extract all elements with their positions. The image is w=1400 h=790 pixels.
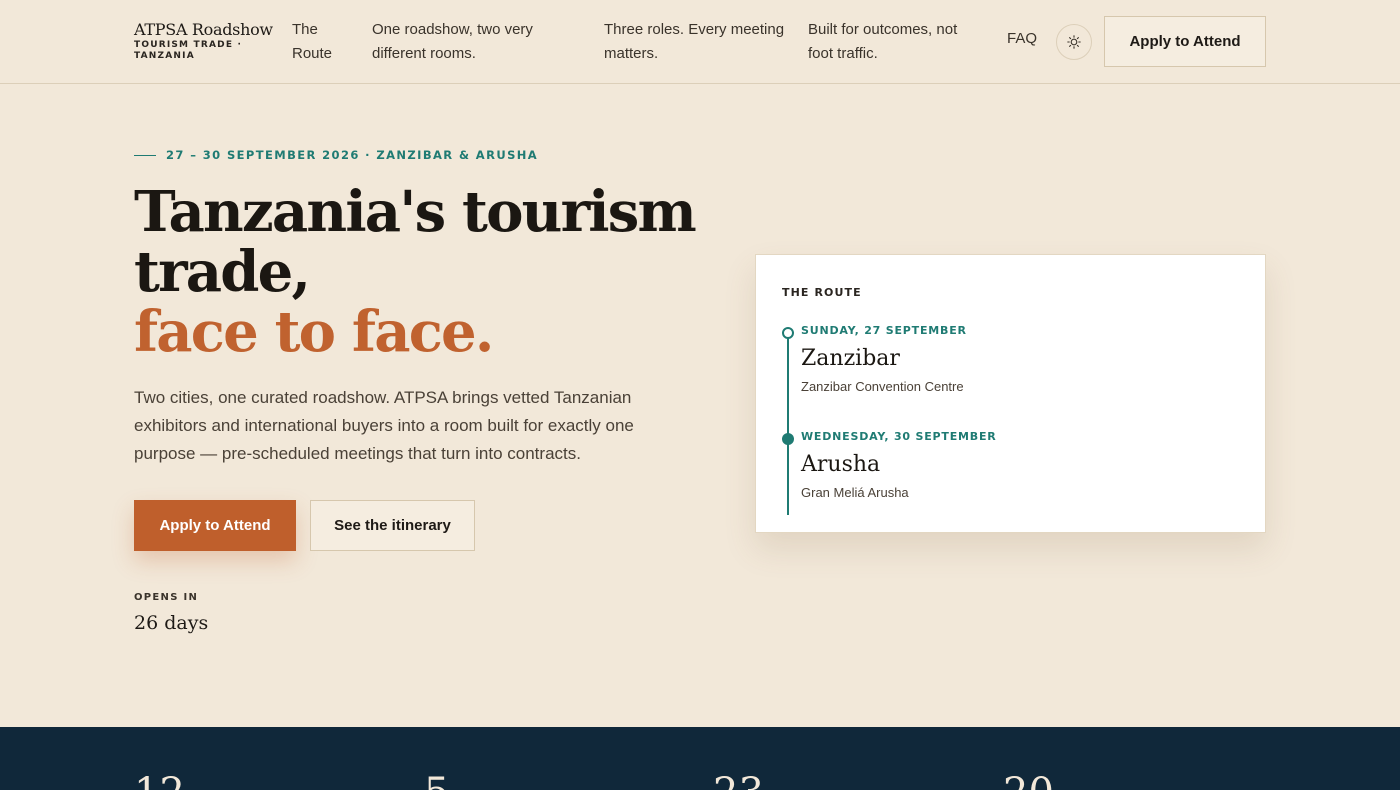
headline-main: Tanzania's tourism trade, (134, 179, 697, 305)
brand-logo[interactable]: ATPSA Roadshow TOURISM TRADE · TANZANIA (134, 20, 273, 62)
stop-city: Arusha (801, 452, 881, 477)
opens-in-countdown: 26 days (134, 612, 209, 634)
eyebrow-text: 27 – 30 SEPTEMBER 2026 · ZANZIBAR & ARUS… (166, 148, 539, 162)
site-header: ATPSA Roadshow TOURISM TRADE · TANZANIA … (0, 0, 1400, 84)
route-card: THE ROUTE SUNDAY, 27 SEPTEMBER Zanzibar … (755, 254, 1266, 533)
stop-city: Zanzibar (801, 346, 900, 371)
nav-link-roles[interactable]: Three roles. Every meeting matters. (604, 18, 789, 66)
timeline-dot-arusha (782, 433, 794, 445)
eyebrow-rule (134, 154, 156, 156)
stat-number: 23 (713, 773, 764, 790)
stat-number: 20 (1003, 773, 1054, 790)
route-timeline (787, 335, 789, 515)
route-stop-arusha: WEDNESDAY, 30 SEPTEMBER Arusha Gran Meli… (801, 430, 997, 500)
brand-name: ATPSA Roadshow (134, 20, 273, 39)
nav-link-faq[interactable]: FAQ (1007, 30, 1037, 47)
nav-link-outcomes[interactable]: Built for outcomes, not foot traffic. (808, 18, 983, 66)
event-dates-eyebrow: 27 – 30 SEPTEMBER 2026 · ZANZIBAR & ARUS… (134, 148, 538, 162)
itinerary-button[interactable]: See the itinerary (310, 500, 475, 551)
theme-toggle-button[interactable] (1056, 24, 1092, 60)
hero-headline: Tanzania's tourism trade, face to face. (134, 182, 734, 362)
nav-link-rooms[interactable]: One roadshow, two very different rooms. (372, 18, 572, 66)
hero-lede: Two cities, one curated roadshow. ATPSA … (134, 388, 634, 463)
route-title: THE ROUTE (782, 286, 862, 299)
stop-date: WEDNESDAY, 30 SEPTEMBER (801, 430, 997, 443)
timeline-dot-zanzibar (782, 327, 794, 339)
apply-button[interactable]: Apply to Attend (134, 500, 296, 551)
opens-in-label: OPENS IN (134, 592, 199, 603)
route-stop-zanzibar: SUNDAY, 27 SEPTEMBER Zanzibar Zanzibar C… (801, 324, 967, 394)
stop-venue: Zanzibar Convention Centre (801, 379, 964, 394)
header-apply-button[interactable]: Apply to Attend (1104, 16, 1266, 67)
sun-icon (1067, 35, 1081, 49)
stop-venue: Gran Meliá Arusha (801, 485, 909, 500)
stop-date: SUNDAY, 27 SEPTEMBER (801, 324, 967, 337)
stat-number: 12 (134, 773, 185, 790)
brand-tagline: TOURISM TRADE · TANZANIA (134, 40, 243, 61)
stat-number: 5 (424, 773, 449, 790)
headline-accent: face to face. (134, 299, 494, 365)
stats-band: 12 5 23 20 (0, 727, 1400, 790)
nav-link-route[interactable]: The Route (292, 18, 352, 66)
